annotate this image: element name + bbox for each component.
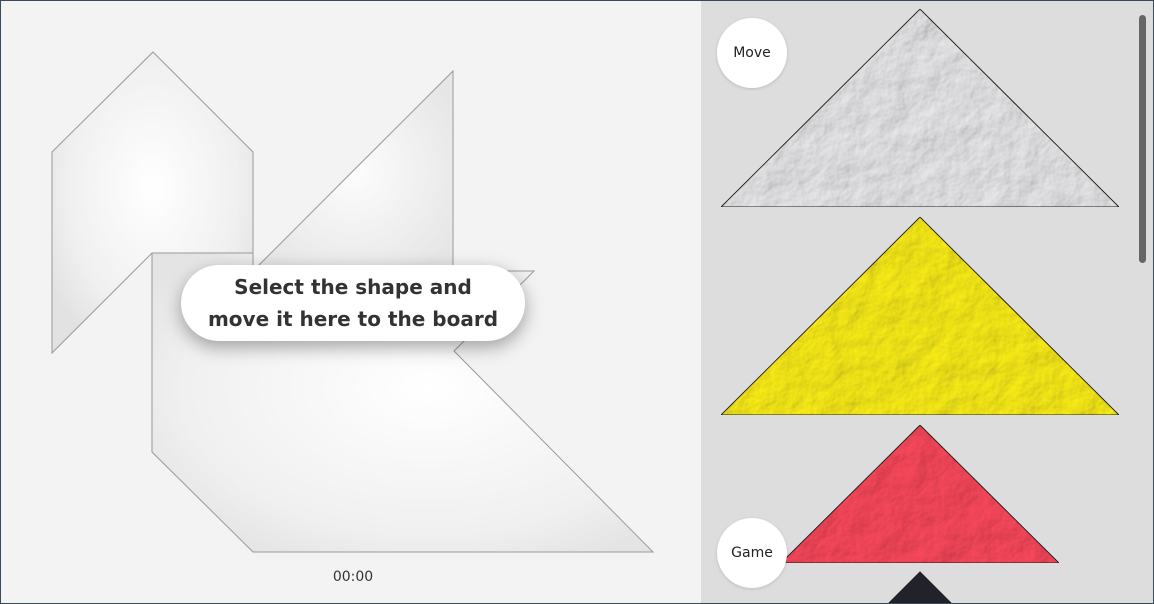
tray-scrollbar[interactable]	[1137, 9, 1147, 595]
game-timer: 00:00	[332, 569, 374, 585]
tray-pieces	[719, 8, 1121, 603]
game-button-label: Game	[731, 545, 773, 561]
tray-piece-dark-triangle[interactable]	[888, 571, 952, 603]
tray-piece-red-triangle[interactable]	[779, 424, 1061, 564]
game-button[interactable]: Game	[717, 518, 787, 588]
game-board[interactable]: Select the shape and move it here to the…	[1, 1, 701, 603]
tray-scrollbar-thumb[interactable]	[1139, 15, 1146, 263]
instruction-text: Select the shape and move it here to the…	[207, 275, 499, 331]
silhouette-wing	[251, 69, 454, 272]
app-window: Select the shape and move it here to the…	[0, 0, 1154, 604]
instruction-tooltip: Select the shape and move it here to the…	[181, 265, 525, 341]
shape-tray[interactable]: Move Game	[701, 1, 1153, 603]
move-button-label: Move	[733, 45, 771, 61]
move-button[interactable]: Move	[717, 18, 787, 88]
tray-piece-yellow-triangle[interactable]	[719, 216, 1121, 416]
